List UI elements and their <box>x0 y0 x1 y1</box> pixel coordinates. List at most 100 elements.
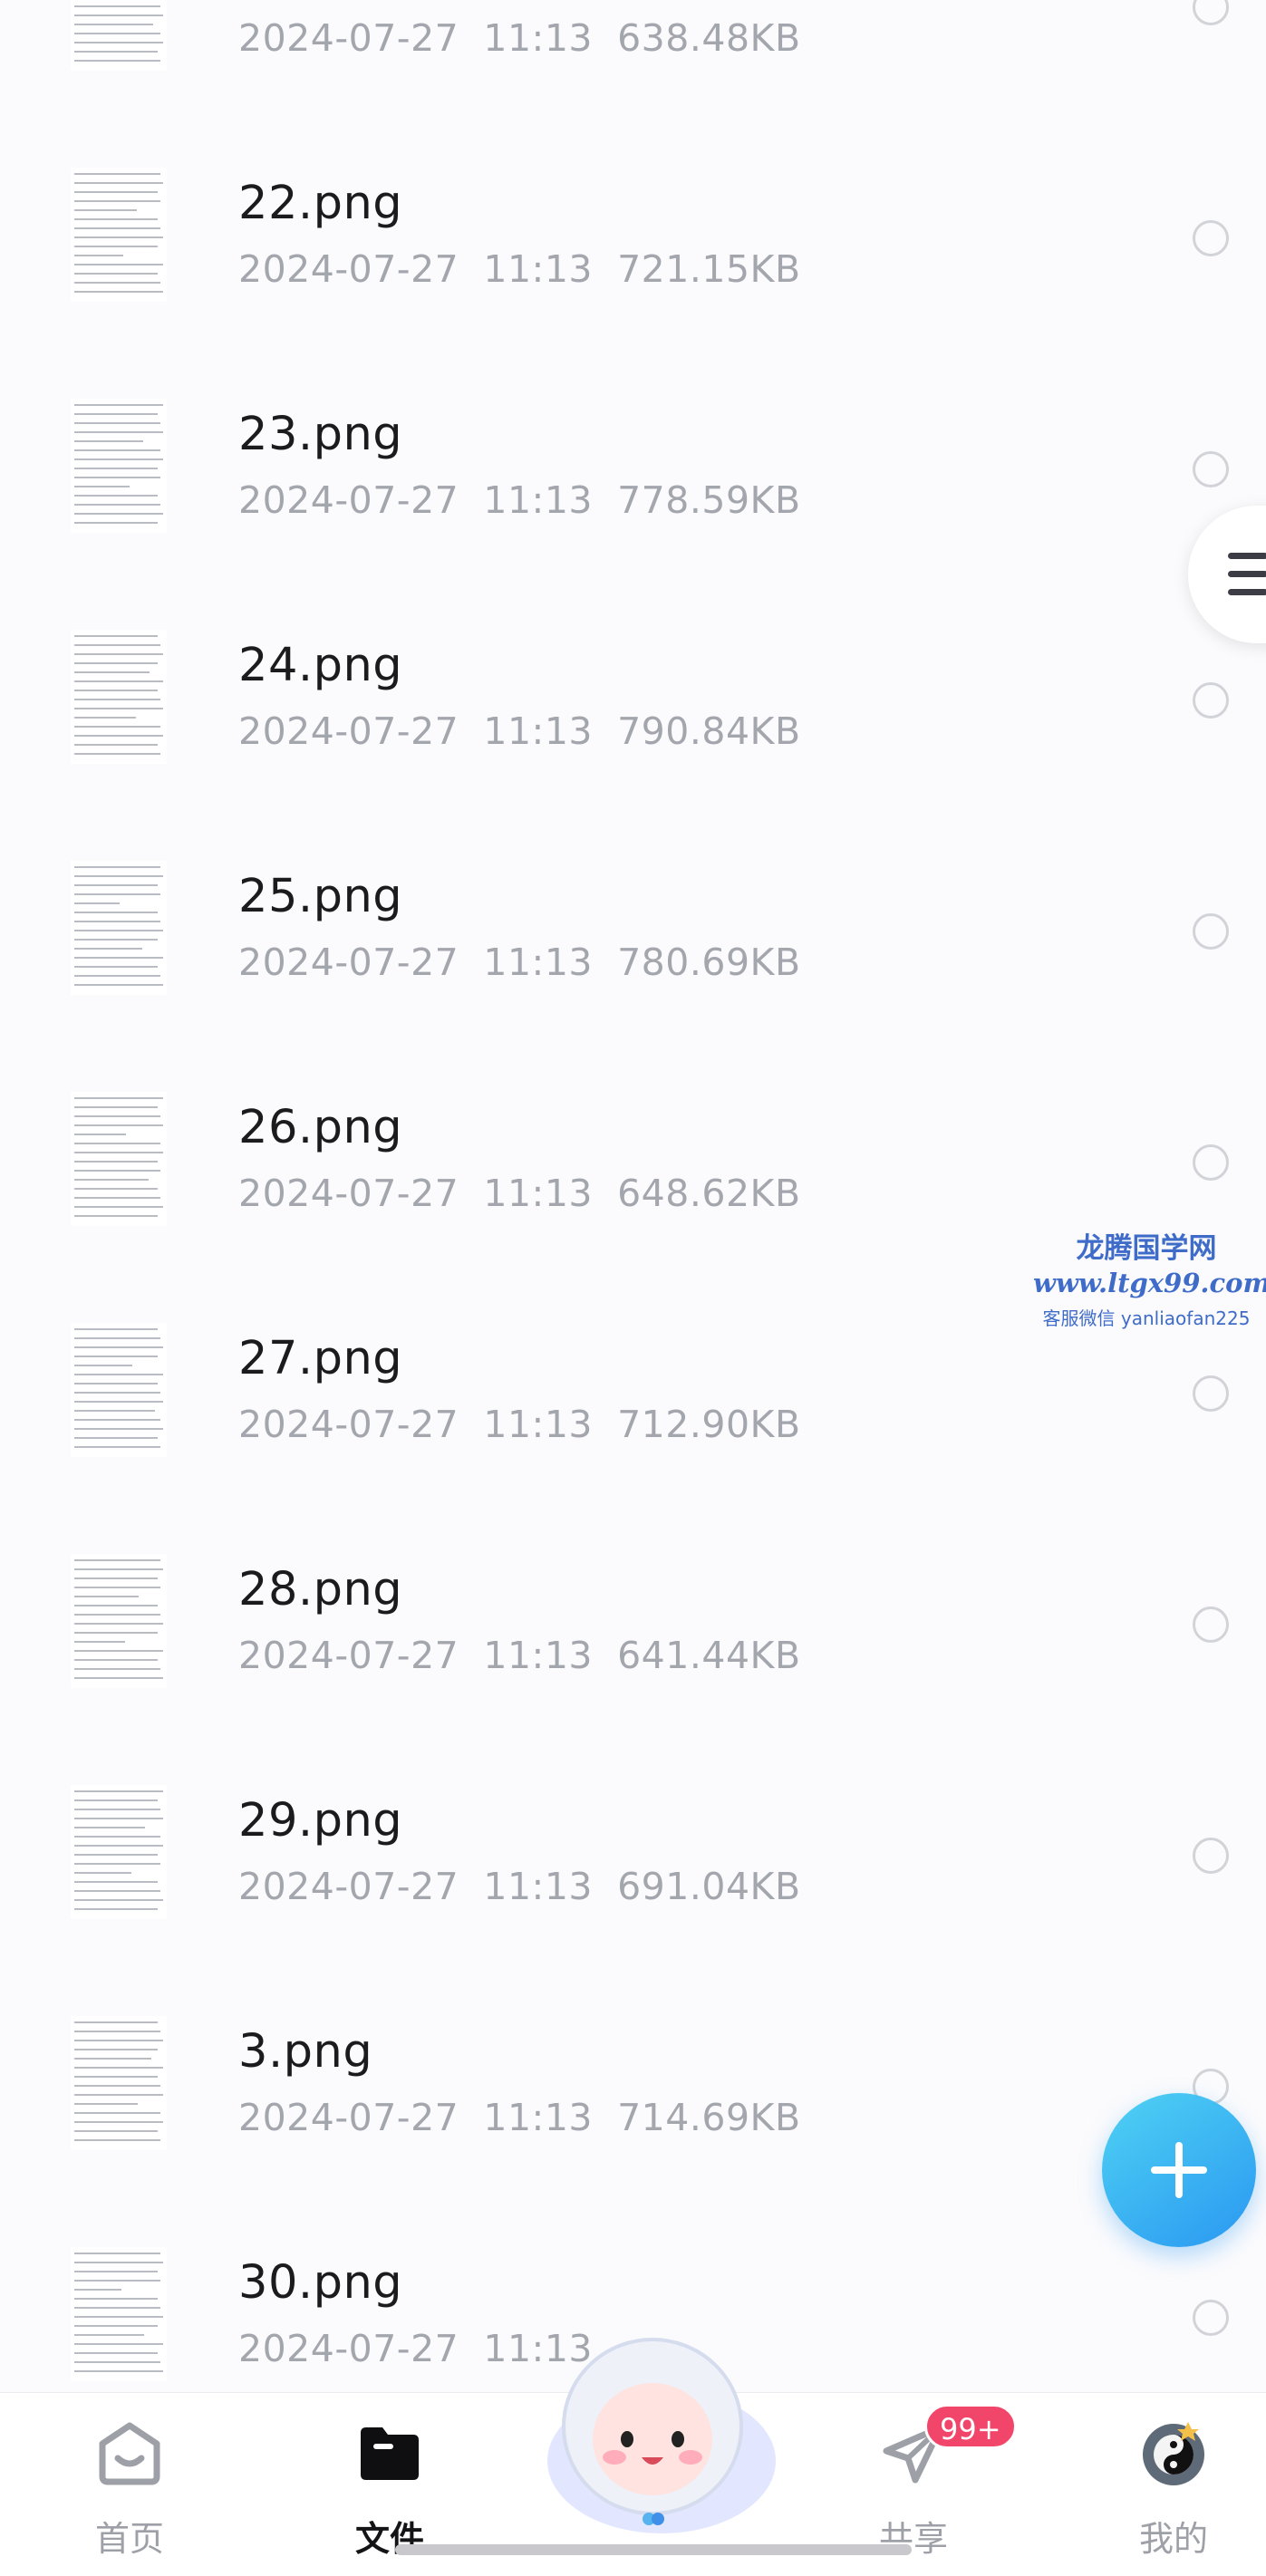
file-thumbnail <box>71 1092 167 1226</box>
file-meta: 2024-07-27 11:13 790.84KB <box>238 709 801 753</box>
file-size: 712.90KB <box>617 1403 801 1446</box>
file-size: 638.48KB <box>617 16 801 60</box>
nav-share[interactable]: 99+ 共享 <box>841 2404 1017 2565</box>
file-date: 2024-07-27 <box>238 478 459 522</box>
home-indicator <box>395 2544 912 2555</box>
file-time: 11:13 <box>483 1172 594 1215</box>
file-size: 721.15KB <box>617 247 801 291</box>
nav-home[interactable]: 首页 <box>57 2411 202 2565</box>
watermark-title: 龙腾国学网 <box>1076 1232 1217 1265</box>
file-size: 714.69KB <box>617 2096 801 2139</box>
file-name: 26.png <box>238 1101 403 1154</box>
file-meta: 2024-07-27 11:13 778.59KB <box>238 478 801 522</box>
file-meta: 2024-07-27 11:13 638.48KB <box>238 16 801 60</box>
file-meta: 2024-07-27 11:13 721.15KB <box>238 247 801 291</box>
file-time: 11:13 <box>483 941 594 984</box>
file-name: 30.png <box>238 2256 403 2310</box>
file-name: 27.png <box>238 1332 403 1385</box>
file-date: 2024-07-27 <box>238 1403 459 1446</box>
file-thumbnail <box>71 399 167 533</box>
file-date: 2024-07-27 <box>238 941 459 984</box>
select-checkbox[interactable] <box>1193 913 1229 950</box>
file-row[interactable]: 28.png 2024-07-27 11:13 641.44KB <box>0 1465 1266 1696</box>
file-row[interactable]: 3.png 2024-07-27 11:13 714.69KB <box>0 1927 1266 2158</box>
file-time: 11:13 <box>483 1865 594 1908</box>
file-date: 2024-07-27 <box>238 2327 459 2370</box>
file-time: 11:13 <box>483 478 594 522</box>
file-date: 2024-07-27 <box>238 709 459 753</box>
nav-files[interactable]: 文件 <box>317 2411 462 2565</box>
home-icon <box>99 2422 160 2485</box>
file-row[interactable]: 22.png 2024-07-27 11:13 721.15KB <box>0 79 1266 310</box>
file-thumbnail <box>71 0 167 71</box>
file-date: 2024-07-27 <box>238 1865 459 1908</box>
file-size: 641.44KB <box>617 1634 801 1677</box>
file-thumbnail <box>71 2247 167 2381</box>
file-time: 11:13 <box>483 1634 594 1677</box>
file-date: 2024-07-27 <box>238 247 459 291</box>
file-name: 24.png <box>238 639 403 692</box>
select-checkbox[interactable] <box>1193 2300 1229 2336</box>
add-button[interactable] <box>1102 2093 1256 2247</box>
file-size: 780.69KB <box>617 941 801 984</box>
file-row[interactable]: 25.png 2024-07-27 11:13 780.69KB <box>0 772 1266 1003</box>
file-name: 28.png <box>238 1563 403 1616</box>
file-size: 790.84KB <box>617 709 801 753</box>
avatar <box>1143 2422 1204 2485</box>
file-row[interactable]: 24.png 2024-07-27 11:13 790.84KB <box>0 541 1266 772</box>
select-checkbox[interactable] <box>1193 682 1229 719</box>
file-size: 648.62KB <box>617 1172 801 1215</box>
select-checkbox[interactable] <box>1193 220 1229 256</box>
file-time: 11:13 <box>483 16 594 60</box>
file-date: 2024-07-27 <box>238 2096 459 2139</box>
app-screen: 2024-07-27 11:13 638.48KB 22.png 2024-07-2… <box>0 0 1266 2576</box>
file-meta: 2024-07-27 11:13 714.69KB <box>238 2096 801 2139</box>
file-date: 2024-07-27 <box>238 1634 459 1677</box>
file-row[interactable]: 29.png 2024-07-27 11:13 691.04KB <box>0 1696 1266 1927</box>
file-meta: 2024-07-27 11:13 712.90KB <box>238 1403 801 1446</box>
file-name: 3.png <box>238 2025 373 2079</box>
file-date: 2024-07-27 <box>238 16 459 60</box>
file-meta: 2024-07-27 11:13 641.44KB <box>238 1634 801 1677</box>
select-checkbox[interactable] <box>1193 1838 1229 1874</box>
file-date: 2024-07-27 <box>238 1172 459 1215</box>
file-time: 11:13 <box>483 247 594 291</box>
file-row[interactable]: 23.png 2024-07-27 11:13 778.59KB <box>0 310 1266 541</box>
share-badge: 99+ <box>924 2404 1017 2449</box>
watermark-url: www.ltgx99.com <box>1033 1268 1266 1298</box>
file-meta: 2024-07-27 11:13 648.62KB <box>238 1172 801 1215</box>
select-checkbox[interactable] <box>1193 1144 1229 1181</box>
file-name: 25.png <box>238 870 403 923</box>
watermark-contact: 客服微信 yanliaofan225 <box>1042 1307 1251 1329</box>
file-time: 11:13 <box>483 1403 594 1446</box>
file-size: 778.59KB <box>617 478 801 522</box>
select-checkbox[interactable] <box>1193 1606 1229 1643</box>
file-meta: 2024-07-27 11:13 780.69KB <box>238 941 801 984</box>
file-time: 11:13 <box>483 2096 594 2139</box>
plus-icon <box>1151 2142 1207 2198</box>
file-thumbnail <box>71 861 167 995</box>
nav-me-label: 我的 <box>1138 2519 1208 2559</box>
file-thumbnail <box>71 1554 167 1688</box>
file-thumbnail <box>71 1785 167 1919</box>
select-checkbox[interactable] <box>1193 451 1229 487</box>
file-row[interactable]: 2024-07-27 11:13 638.48KB <box>0 0 1266 79</box>
watermark: 龙腾国学网 www.ltgx99.com 客服微信 yanliaofan225 <box>1033 1225 1266 1330</box>
file-name: 23.png <box>238 408 403 461</box>
file-row[interactable]: 26.png 2024-07-27 11:13 648.62KB <box>0 1003 1266 1234</box>
select-checkbox[interactable] <box>1193 1375 1229 1412</box>
file-thumbnail <box>71 1323 167 1457</box>
file-thumbnail <box>71 2016 167 2150</box>
folder-icon <box>361 2427 419 2480</box>
nav-me[interactable]: 我的 <box>1101 2411 1246 2565</box>
file-name: 22.png <box>238 177 403 230</box>
nav-home-label: 首页 <box>94 2519 164 2559</box>
mascot-icon[interactable] <box>526 2325 779 2539</box>
file-size: 691.04KB <box>617 1865 801 1908</box>
file-time: 11:13 <box>483 709 594 753</box>
file-name: 29.png <box>238 1794 403 1848</box>
select-checkbox[interactable] <box>1193 0 1229 25</box>
file-thumbnail <box>71 168 167 302</box>
file-thumbnail <box>71 630 167 764</box>
file-meta: 2024-07-27 11:13 691.04KB <box>238 1865 801 1908</box>
